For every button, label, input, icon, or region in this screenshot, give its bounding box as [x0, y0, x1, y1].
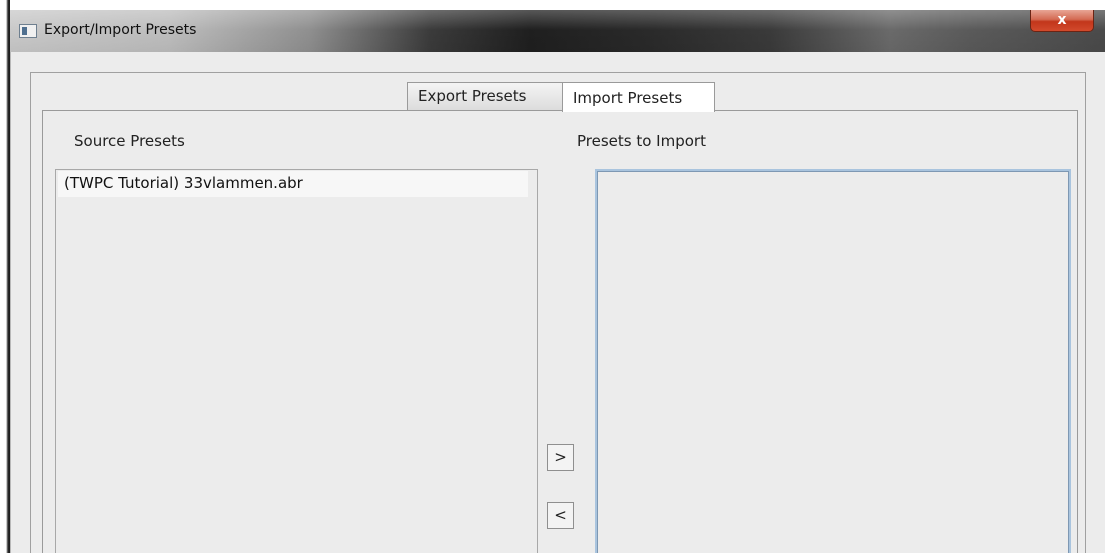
- source-presets-list[interactable]: (TWPC Tutorial) 33vlammen.abr: [55, 169, 538, 553]
- background-window-edge: [0, 0, 10, 553]
- close-icon: x: [1057, 12, 1067, 28]
- tab-export-presets[interactable]: Export Presets: [407, 82, 563, 110]
- remove-from-import-button[interactable]: <: [547, 502, 574, 529]
- window-title: Export/Import Presets: [44, 22, 197, 38]
- list-item[interactable]: (TWPC Tutorial) 33vlammen.abr: [58, 171, 528, 197]
- dialog-client-area: Export Presets Import Presets Source Pre…: [10, 52, 1105, 553]
- source-presets-label: Source Presets: [74, 132, 185, 150]
- app-icon: [19, 24, 37, 38]
- presets-to-import-list[interactable]: [595, 169, 1071, 553]
- presets-to-import-label: Presets to Import: [577, 132, 706, 150]
- add-to-import-button[interactable]: >: [547, 444, 574, 471]
- tab-import-presets[interactable]: Import Presets: [562, 82, 715, 112]
- title-bar[interactable]: Export/Import Presets x: [10, 10, 1105, 52]
- close-button[interactable]: x: [1030, 10, 1094, 32]
- dialog-window: Export/Import Presets x Export Presets I…: [10, 10, 1105, 553]
